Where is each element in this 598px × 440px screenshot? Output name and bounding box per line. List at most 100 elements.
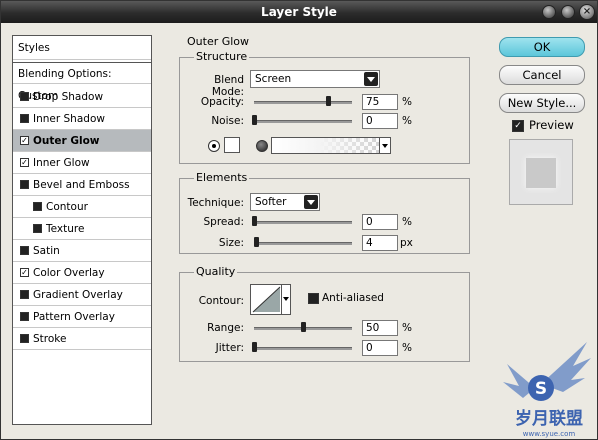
preview-checkbox[interactable]: ✓ [512,120,524,132]
gradient-dropdown[interactable] [379,138,390,153]
title-bar: Layer Style × [1,1,597,23]
ok-button[interactable]: OK [499,37,585,57]
style-item-label: Outer Glow [33,135,100,147]
opacity-slider-thumb[interactable] [325,96,331,106]
style-checkbox[interactable] [20,246,29,255]
close-icon[interactable]: × [579,4,595,20]
style-checkbox[interactable]: ✓ [20,268,29,277]
noise-slider[interactable] [254,120,352,123]
style-item-bevel-and-emboss[interactable]: Bevel and Emboss [13,174,151,196]
contour-picker[interactable] [250,284,291,315]
opacity-unit: % [402,96,412,108]
size-slider-thumb[interactable] [253,237,259,247]
jitter-unit: % [402,342,412,354]
contour-dropdown[interactable] [281,285,290,314]
technique-select[interactable]: Softer [250,193,320,211]
watermark-logo: S 岁月联盟 www.syue.com [503,342,591,438]
style-item-gradient-overlay[interactable]: Gradient Overlay [13,284,151,306]
noise-input[interactable]: 0 [362,113,398,129]
style-checkbox[interactable] [33,202,42,211]
noise-unit: % [402,115,412,127]
opacity-label: Opacity: [200,96,244,108]
watermark-logo-letter: S [535,379,547,399]
style-item-inner-shadow[interactable]: Inner Shadow [13,108,151,130]
minimize-icon[interactable] [542,5,556,19]
range-input[interactable]: 50 [362,320,398,336]
window-title: Layer Style [261,5,337,19]
spread-slider[interactable] [254,221,352,224]
opacity-input[interactable]: 75 [362,94,398,110]
blend-mode-label: Blend Mode: [211,74,244,98]
style-item-drop-shadow[interactable]: Drop Shadow [13,86,151,108]
maximize-icon[interactable] [561,5,575,19]
anti-aliased-label: Anti-aliased [322,292,384,304]
blending-options-item[interactable]: Blending Options: Custom [13,62,151,102]
technique-value: Softer [255,196,287,208]
style-checkbox[interactable] [20,92,29,101]
range-slider-thumb[interactable] [301,322,306,332]
structure-title: Structure [194,50,250,63]
elements-title: Elements [194,171,250,184]
preview-label: Preview [529,118,574,132]
chevron-down-icon [382,144,388,148]
gradient-picker[interactable] [271,137,391,154]
jitter-slider-thumb[interactable] [252,342,257,352]
watermark-url-text: www.syue.com [523,430,576,438]
style-item-stroke[interactable]: Stroke [13,328,151,350]
spread-label: Spread: [203,216,244,228]
technique-label: Technique: [187,197,244,209]
style-item-satin[interactable]: Satin [13,240,151,262]
style-item-color-overlay[interactable]: ✓ Color Overlay [13,262,151,284]
style-item-label: Pattern Overlay [33,311,115,323]
style-item-contour[interactable]: Contour [13,196,151,218]
chevron-down-icon[interactable] [304,195,318,209]
size-slider[interactable] [254,242,352,245]
size-input[interactable]: 4 [362,235,398,251]
radio-dot-icon [212,144,216,148]
style-checkbox[interactable] [20,334,29,343]
style-checkbox[interactable] [20,114,29,123]
opacity-slider[interactable] [254,101,352,104]
watermark-cn-text: 岁月联盟 [515,408,583,429]
new-style-button[interactable]: New Style... [499,93,585,113]
style-item-pattern-overlay[interactable]: Pattern Overlay [13,306,151,328]
noise-slider-thumb[interactable] [252,115,257,125]
spread-slider-thumb[interactable] [252,216,257,226]
style-checkbox[interactable] [20,312,29,321]
contour-curve-icon [252,286,281,313]
style-item-label: Texture [46,223,85,235]
blend-mode-select[interactable]: Screen [250,70,380,88]
gradient-radio[interactable] [256,140,268,152]
style-checkbox[interactable]: ✓ [20,136,29,145]
quality-title: Quality [194,265,238,278]
contour-label: Contour: [198,295,244,307]
jitter-input[interactable]: 0 [362,340,398,356]
styles-header[interactable]: Styles [13,36,151,60]
style-item-inner-glow[interactable]: ✓ Inner Glow [13,152,151,174]
style-item-label: Satin [33,245,60,257]
style-item-outer-glow[interactable]: ✓ Outer Glow [13,130,151,152]
style-item-texture[interactable]: Texture [13,218,151,240]
range-unit: % [402,322,412,334]
style-checkbox[interactable] [33,224,42,233]
chevron-down-icon [283,297,289,301]
blend-mode-value: Screen [255,73,292,85]
glow-color-swatch[interactable] [224,137,240,153]
style-item-label: Gradient Overlay [33,289,123,301]
layer-style-dialog: Layer Style × Styles Blending Options: C… [0,0,598,440]
style-checkbox[interactable]: ✓ [20,158,29,167]
spread-input[interactable]: 0 [362,214,398,230]
style-item-label: Color Overlay [33,267,105,279]
color-radio[interactable] [208,140,220,152]
size-unit: px [400,237,413,249]
style-checkbox[interactable] [20,290,29,299]
anti-aliased-checkbox[interactable] [308,293,319,304]
spread-unit: % [402,216,412,228]
jitter-slider[interactable] [254,347,352,350]
chevron-down-icon[interactable] [364,72,378,86]
styles-list: Styles Blending Options: Custom Drop Sha… [12,35,152,425]
jitter-label: Jitter: [215,342,244,354]
panel-title: Outer Glow [185,35,252,48]
cancel-button[interactable]: Cancel [499,65,585,85]
style-checkbox[interactable] [20,180,29,189]
